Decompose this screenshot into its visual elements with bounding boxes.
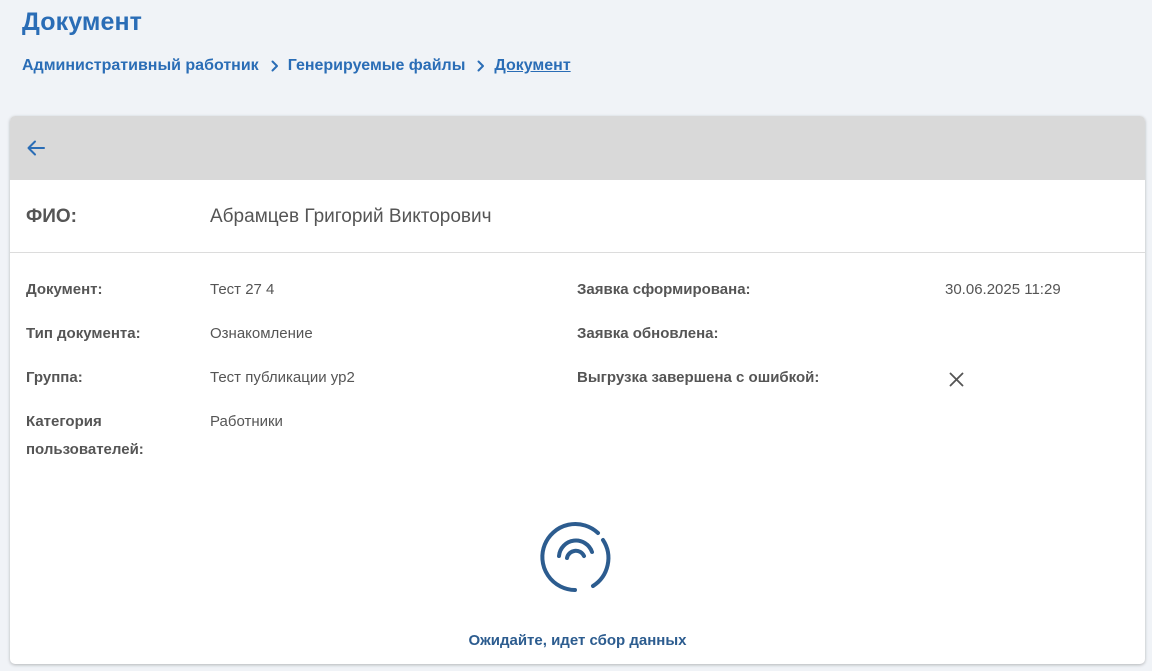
export-error-label: Выгрузка завершена с ошибкой: bbox=[577, 369, 820, 386]
chevron-right-icon bbox=[271, 60, 279, 72]
request-updated-label: Заявка обновлена: bbox=[577, 325, 719, 342]
close-icon bbox=[949, 372, 964, 392]
user-category-label-line2: пользователей: bbox=[26, 441, 144, 458]
user-category-label-line1: Категория bbox=[26, 413, 102, 430]
arrow-left-icon bbox=[27, 140, 45, 156]
page-title: Документ bbox=[22, 8, 143, 36]
document-label: Документ: bbox=[26, 281, 103, 298]
user-category-value: Работники bbox=[210, 413, 283, 430]
chevron-right-icon bbox=[477, 60, 485, 72]
breadcrumb-item-document[interactable]: Документ bbox=[494, 57, 570, 75]
loading-text: Ожидайте, идет сбор данных bbox=[468, 632, 687, 649]
request-created-value: 30.06.2025 11:29 bbox=[945, 281, 1061, 298]
document-type-label: Тип документа: bbox=[26, 325, 141, 342]
fio-label: ФИО: bbox=[26, 206, 77, 227]
breadcrumb-item-admin[interactable]: Административный работник bbox=[22, 57, 259, 75]
request-created-label: Заявка сформирована: bbox=[577, 281, 751, 298]
breadcrumb: Административный работник Генерируемые ф… bbox=[22, 57, 571, 75]
breadcrumb-item-generated-files[interactable]: Генерируемые файлы bbox=[288, 57, 466, 75]
document-card: ФИО: Абрамцев Григорий Викторович Докуме… bbox=[10, 116, 1145, 664]
document-type-value: Ознакомление bbox=[210, 325, 313, 342]
document-value: Тест 27 4 bbox=[210, 281, 275, 298]
loading-spinner-icon bbox=[535, 516, 617, 598]
back-button[interactable] bbox=[26, 138, 46, 158]
group-label: Группа: bbox=[26, 369, 83, 386]
group-value: Тест публикации ур2 bbox=[210, 369, 355, 386]
fio-row: ФИО: Абрамцев Григорий Викторович bbox=[10, 180, 1145, 253]
card-header bbox=[10, 116, 1145, 180]
fio-value: Абрамцев Григорий Викторович bbox=[210, 206, 492, 227]
